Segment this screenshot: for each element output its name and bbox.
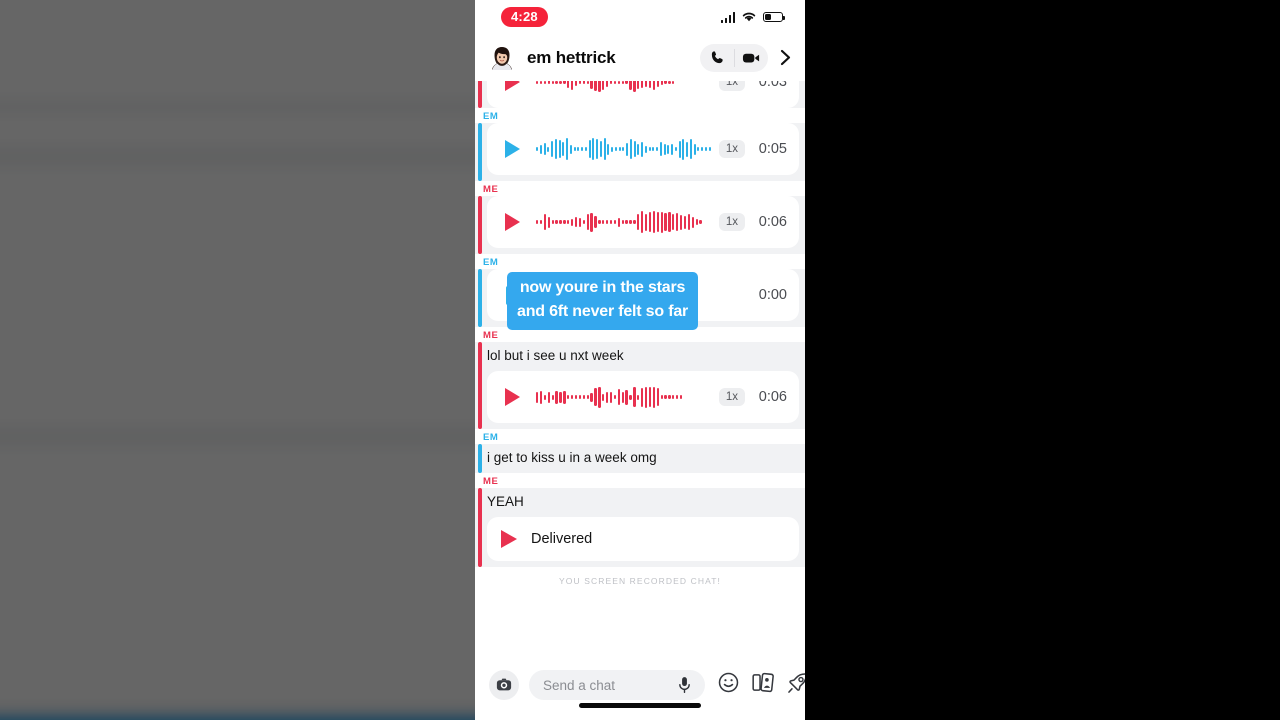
chat-input-field[interactable]: Send a chat	[529, 670, 705, 700]
voice-caption-bubble: now youre in the stars and 6ft never fel…	[507, 272, 699, 330]
camera-icon	[496, 678, 512, 691]
chat-input-placeholder: Send a chat	[543, 677, 616, 693]
delivery-status-card: Delivered	[487, 517, 799, 561]
status-badge: Delivered	[531, 531, 593, 547]
message-row-em-voice-1[interactable]: EM 1x 0:05	[475, 108, 805, 181]
sender-accent-bar	[478, 81, 482, 108]
sender-label: EM	[483, 257, 499, 268]
emoji-button[interactable]	[718, 672, 739, 698]
message-body[interactable]: YEAH Delivered	[475, 488, 805, 567]
sender-accent-bar	[478, 196, 482, 254]
voice-duration: 0:06	[758, 214, 787, 230]
message-row-me-voice-1[interactable]: ME 1x 0:06	[475, 181, 805, 254]
message-row-em-voice-playing[interactable]: EM 0:00 now youre in the stars and 6ft n…	[475, 254, 805, 330]
message-row-partial[interactable]: 1x 0:03	[475, 81, 805, 108]
blurred-background-right: 1x 0:06 stars far 0:00 1x 0:06	[800, 0, 1280, 720]
message-body[interactable]: i get to kiss u in a week omg	[475, 444, 805, 473]
battery-icon	[763, 11, 786, 23]
voice-message-card[interactable]: 1x 0:06	[487, 371, 799, 423]
message-text: lol but i see u nxt week	[487, 348, 624, 363]
waveform	[536, 385, 711, 409]
caption-line-2: and 6ft never felt so far	[517, 303, 689, 320]
message-row-me-delivered[interactable]: ME YEAH Delivered	[475, 473, 805, 567]
play-icon[interactable]	[505, 140, 520, 158]
rocket-icon	[788, 672, 805, 693]
smiley-icon	[718, 672, 739, 693]
voice-duration: 0:03	[758, 81, 787, 90]
status-bar: 4:28	[475, 0, 805, 34]
message-text: i get to kiss u in a week omg	[487, 450, 657, 465]
sender-label: EM	[483, 111, 499, 122]
sent-arrow-icon	[501, 530, 519, 548]
chevron-right-icon	[780, 49, 790, 66]
sender-label: EM	[483, 432, 499, 443]
voice-message-card[interactable]: 1x 0:03	[487, 81, 799, 108]
voice-duration: 0:06	[758, 389, 787, 405]
system-notice: YOU SCREEN RECORDED CHAT!	[559, 576, 721, 586]
contact-name: em hettrick	[527, 47, 616, 67]
screenshot-stage: EM ME now youre in the stars and 6ft nev…	[0, 0, 1280, 720]
play-icon[interactable]	[505, 81, 520, 91]
playback-speed-badge[interactable]: 1x	[718, 81, 745, 91]
message-text: YEAH	[487, 494, 524, 509]
sender-label: ME	[483, 184, 499, 195]
sender-accent-bar	[478, 488, 482, 567]
playback-speed-badge[interactable]: 1x	[718, 140, 745, 158]
sticker-cards-icon	[752, 672, 774, 693]
camera-button[interactable]	[489, 670, 519, 700]
caption-line-1: now youre in the stars	[519, 279, 686, 296]
video-camera-icon	[742, 53, 759, 62]
status-bar-icons	[720, 11, 786, 23]
cellular-signal-icon	[720, 11, 735, 23]
chat-settings-button[interactable]	[777, 49, 793, 66]
video-call-button[interactable]	[734, 44, 768, 72]
play-icon[interactable]	[505, 388, 520, 406]
sender-label: ME	[483, 476, 499, 487]
wifi-icon	[742, 12, 756, 22]
stickers-button[interactable]	[752, 672, 774, 698]
chat-header: em hettrick	[475, 34, 805, 81]
blurred-background-left: EM ME now youre in the stars and 6ft nev…	[0, 0, 480, 720]
phone-icon	[711, 51, 723, 64]
header-actions	[700, 43, 793, 72]
voice-duration: 0:05	[758, 141, 787, 157]
input-tray	[718, 672, 805, 699]
playback-speed-badge[interactable]: 1x	[718, 388, 745, 406]
microphone-button[interactable]	[678, 676, 691, 694]
sender-accent-bar	[478, 123, 482, 181]
background-copy-left: EM ME now youre in the stars and 6ft nev…	[0, 0, 480, 720]
play-icon[interactable]	[505, 213, 520, 231]
chat-input-bar: Send a chat	[475, 650, 805, 720]
audio-call-button[interactable]	[700, 44, 734, 72]
playback-speed-badge[interactable]: 1x	[718, 213, 745, 231]
sender-accent-bar	[478, 269, 482, 327]
voice-duration: 0:00	[758, 287, 787, 303]
phone-screen: 4:28 em hettrick 1x 0:03 EM 1x 0:05 ME 1…	[475, 0, 805, 720]
waveform	[536, 210, 711, 234]
waveform	[536, 81, 711, 94]
home-indicator	[579, 703, 701, 708]
waveform	[536, 137, 711, 161]
voice-message-card[interactable]: 1x 0:06	[487, 196, 799, 248]
rocket-button[interactable]	[787, 672, 805, 699]
message-row-me-text-voice[interactable]: ME lol but i see u nxt week 1x 0:06	[475, 327, 805, 429]
microphone-icon	[679, 677, 690, 694]
sender-accent-bar	[478, 444, 482, 473]
voice-message-card[interactable]: 1x 0:05	[487, 123, 799, 175]
sender-accent-bar	[478, 342, 482, 429]
message-list[interactable]: 1x 0:03 EM 1x 0:05 ME 1x 0:06 EM 0:00 no…	[475, 81, 805, 592]
status-bar-time: 4:28	[501, 7, 548, 27]
message-row-em-text[interactable]: EM i get to kiss u in a week omg	[475, 429, 805, 473]
avatar[interactable]	[487, 42, 517, 73]
